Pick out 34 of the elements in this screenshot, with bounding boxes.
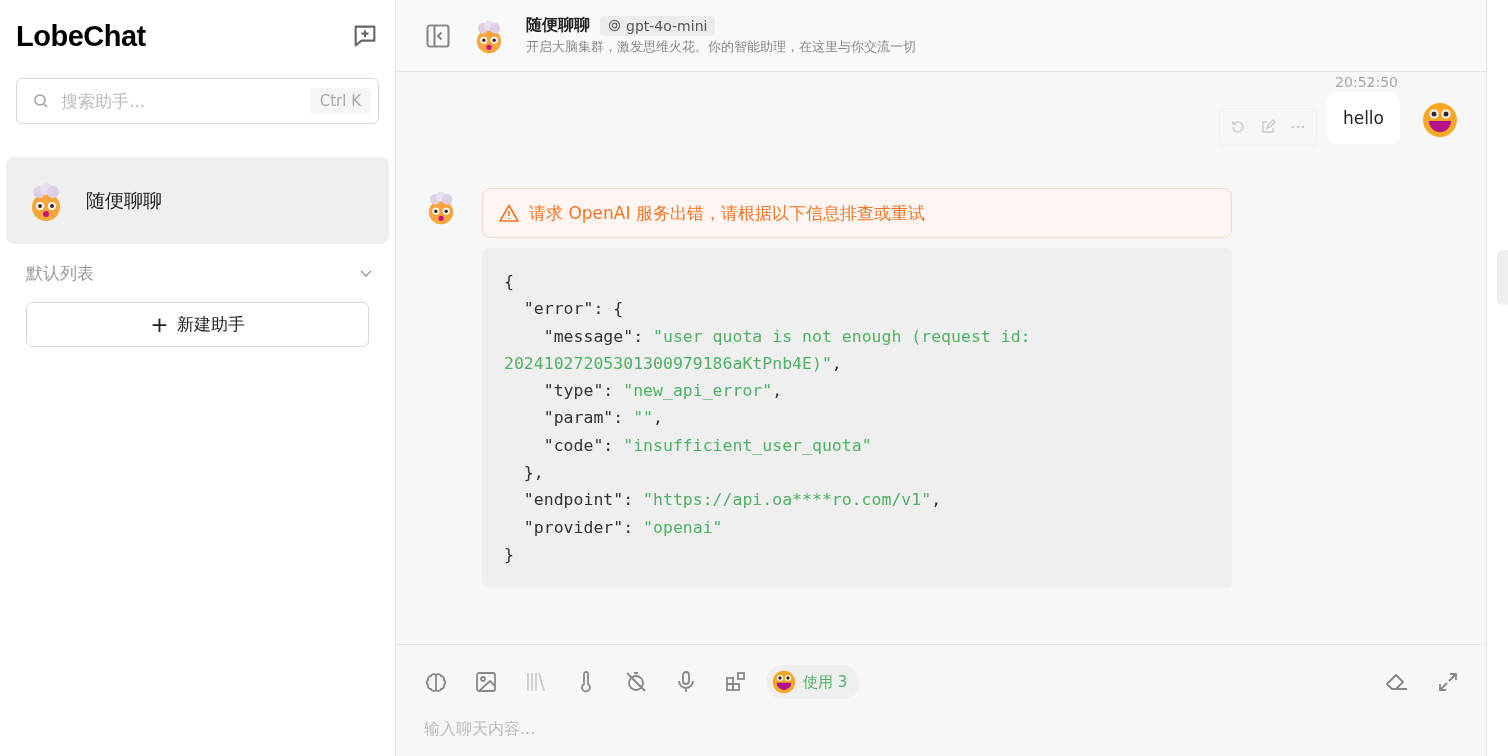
message-time: 20:52:50: [1335, 74, 1398, 90]
chat-description: 开启大脑集群，激发思维火花。你的智能助理，在这里与你交流一切: [526, 38, 916, 56]
app-logo: LobeChat: [16, 19, 146, 53]
expand-icon[interactable]: [1436, 670, 1460, 694]
chat-title: 随便聊聊: [526, 15, 590, 36]
code-line: "message": "user quota is not enough (request id:: [542, 325, 1032, 348]
shortcut-hint: Ctrl K: [309, 88, 371, 114]
warning-icon: [499, 204, 519, 222]
message-input[interactable]: 输入聊天内容...: [424, 719, 1460, 738]
user-message: hello: [1326, 92, 1400, 144]
image-icon[interactable]: [474, 670, 498, 694]
search-input[interactable]: 搜索助手...: [59, 90, 300, 112]
session-item[interactable]: 随便聊聊: [6, 157, 389, 244]
sidebar-toggle-icon[interactable]: [424, 21, 452, 50]
code-line: "code": "insufficient_user_quota": [542, 434, 873, 457]
code-line: "param": "",: [542, 407, 664, 430]
code-line: "type": "new_api_error",: [542, 380, 784, 403]
grinning-avatar-icon: [772, 670, 796, 694]
brain-icon[interactable]: [424, 670, 448, 694]
apps-icon[interactable]: [724, 670, 748, 694]
model-tag[interactable]: gpt-4o-mini: [600, 15, 716, 36]
code-line: "provider": "openai": [522, 516, 724, 539]
timer-off-icon[interactable]: [624, 670, 648, 694]
new-assistant-button[interactable]: + 新建助手: [26, 302, 369, 347]
code-line: {: [504, 271, 515, 293]
code-line: "error": {: [522, 298, 625, 321]
code-line: },: [522, 462, 545, 485]
search-icon: [33, 93, 49, 109]
error-message: 请求 OpenAI 服务出错，请根据以下信息排查或重试: [529, 201, 925, 225]
model-logo-icon: [608, 19, 621, 32]
grinning-avatar-icon: [1422, 102, 1458, 138]
code-line: "endpoint": "https://api.oa****ro.com/v1",: [522, 489, 943, 512]
code-line: }: [504, 543, 515, 566]
code-line: 20241027205301300979186aKtPnb4E)",: [504, 352, 843, 375]
